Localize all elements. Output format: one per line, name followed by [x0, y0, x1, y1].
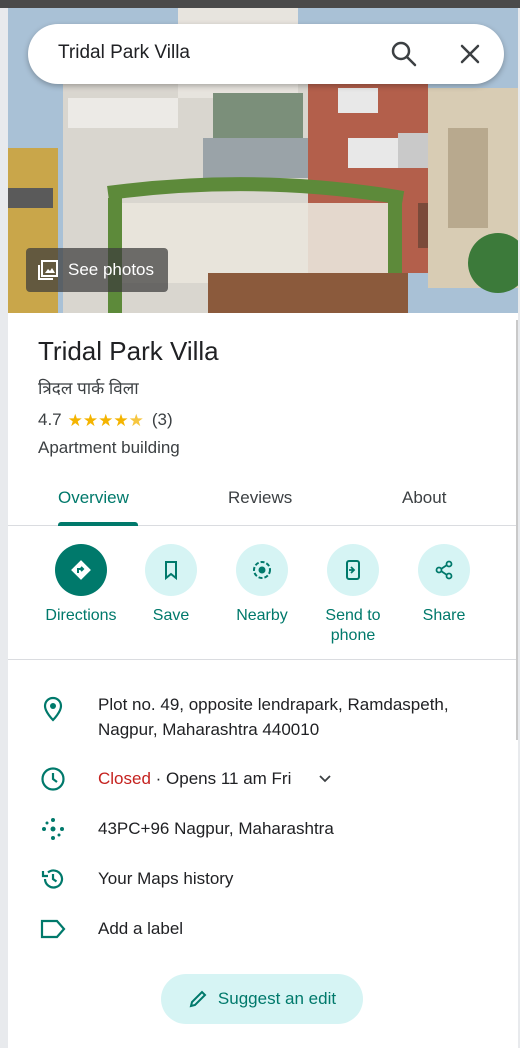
star-icon: ★	[67, 410, 83, 430]
share-button[interactable]: Share	[394, 544, 494, 626]
plus-code-text: 43PC+96 Nagpur, Maharashtra	[98, 819, 334, 838]
nearby-label: Nearby	[236, 607, 288, 624]
hours-row[interactable]: Closed · Opens 11 am Fri	[8, 764, 518, 800]
rating-stars: ★ ★ ★ ★ ★	[68, 412, 144, 429]
address-row[interactable]: Plot no. 49, opposite lendrapark, Ramdas…	[8, 692, 518, 748]
directions-icon	[71, 560, 91, 580]
scrollbar[interactable]	[516, 320, 518, 740]
photo-library-icon	[38, 260, 58, 280]
rating-row[interactable]: 4.7 ★ ★ ★ ★ ★ (3)	[38, 410, 173, 430]
save-label: Save	[152, 607, 190, 624]
search-input[interactable]: Tridal Park Villa	[58, 42, 190, 64]
bookmark-icon	[165, 561, 177, 581]
share-icon	[435, 560, 453, 580]
star-icon: ★	[113, 410, 129, 430]
directions-label: Directions	[45, 607, 117, 624]
place-panel: See photos Tridal Park Villa Tridal Park…	[8, 8, 518, 1048]
see-photos-button[interactable]: See photos	[26, 248, 169, 292]
clock-icon	[41, 767, 65, 791]
history-icon	[41, 869, 64, 889]
place-native-name: त्रिदल पार्क विला	[38, 379, 139, 398]
location-pin-icon	[43, 696, 63, 722]
suggest-edit-button[interactable]: Suggest an edit	[161, 974, 363, 1024]
place-title: Tridal Park Villa	[38, 336, 219, 366]
place-category[interactable]: Apartment building	[38, 438, 180, 458]
send-to-phone-label: Send to phone	[325, 607, 381, 644]
pencil-icon	[189, 990, 207, 1008]
tab-about[interactable]: About	[402, 488, 446, 508]
send-to-phone-icon	[346, 560, 360, 580]
add-label-row[interactable]: Add a label	[8, 914, 518, 950]
search-icon[interactable]	[390, 40, 418, 68]
search-bar[interactable]: Tridal Park Villa	[28, 24, 504, 84]
address-text: Plot no. 49, opposite lendrapark, Ramdas…	[98, 695, 449, 739]
share-label: Share	[422, 607, 466, 624]
hours-status: Closed	[98, 769, 151, 788]
add-label-text: Add a label	[98, 919, 184, 938]
active-tab-indicator	[58, 522, 138, 526]
plus-code-icon	[42, 818, 64, 840]
action-buttons: Directions Save Nearby Send to phone Sha…	[8, 544, 518, 660]
close-icon[interactable]	[456, 40, 484, 68]
save-button[interactable]: Save	[121, 544, 221, 626]
chevron-down-icon[interactable]	[318, 774, 332, 784]
maps-history-row[interactable]: Your Maps history	[8, 864, 518, 900]
see-photos-label: See photos	[68, 260, 155, 279]
review-count[interactable]: (3)	[152, 410, 173, 430]
nearby-icon	[253, 561, 271, 579]
directions-button[interactable]: Directions	[31, 544, 131, 626]
window-top-edge	[0, 0, 520, 8]
hours-detail: · Opens 11 am Fri	[150, 769, 292, 788]
tab-bar: Overview Reviews About	[8, 474, 518, 526]
suggest-edit-label: Suggest an edit	[217, 989, 337, 1008]
star-icon: ★	[98, 410, 114, 430]
nearby-button[interactable]: Nearby	[212, 544, 312, 626]
tab-reviews[interactable]: Reviews	[228, 488, 292, 508]
maps-history-text: Your Maps history	[98, 869, 234, 888]
star-icon: ★	[128, 410, 144, 430]
label-icon	[40, 919, 66, 939]
tab-overview[interactable]: Overview	[58, 488, 129, 508]
plus-code-row[interactable]: 43PC+96 Nagpur, Maharashtra	[8, 814, 518, 850]
star-icon: ★	[82, 410, 99, 430]
rating-value: 4.7	[38, 410, 62, 429]
send-to-phone-button[interactable]: Send to phone	[303, 544, 403, 646]
